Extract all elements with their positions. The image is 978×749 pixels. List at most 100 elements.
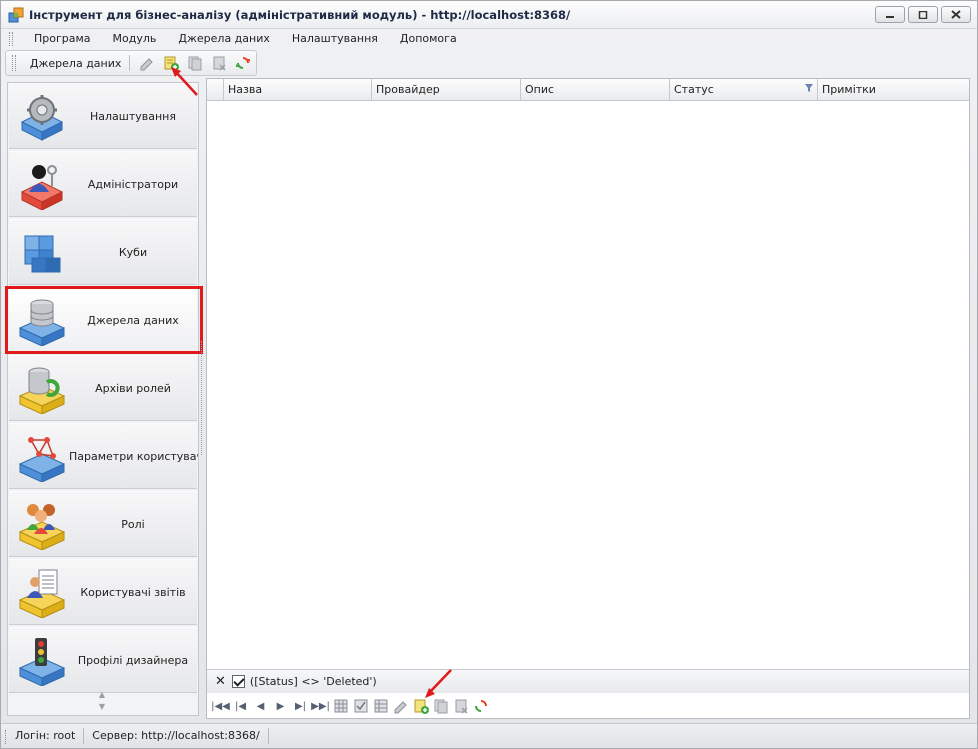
nav-item-administrators[interactable]: Адміністратори bbox=[9, 151, 197, 217]
nav-item-datasources[interactable]: Джерела даних bbox=[9, 287, 197, 353]
add-datasource-button[interactable] bbox=[160, 53, 181, 73]
prev-record-icon: ◀ bbox=[256, 700, 265, 712]
column-status-label: Статус bbox=[674, 83, 714, 96]
app-window: Інструмент для бізнес-аналізу (адміністр… bbox=[0, 0, 978, 749]
roles-icon bbox=[18, 504, 66, 550]
delete-icon bbox=[455, 699, 468, 714]
column-provider-label: Провайдер bbox=[376, 83, 440, 96]
first-record-icon: |◀◀ bbox=[211, 700, 230, 712]
column-header-name[interactable]: Назва bbox=[224, 79, 372, 101]
toolbar-separator bbox=[129, 55, 131, 71]
column-notes-label: Примітки bbox=[822, 83, 876, 96]
nav-scroll-up-icon[interactable]: ▲ bbox=[92, 689, 112, 701]
report-users-icon bbox=[18, 569, 66, 618]
designer-profile-icon bbox=[18, 638, 66, 686]
nav-label-cubes: Куби bbox=[118, 246, 148, 259]
nav-label-role-archives: Архіви ролей bbox=[95, 382, 171, 395]
nav-edit-button[interactable] bbox=[391, 697, 410, 715]
copy-icon bbox=[188, 56, 202, 71]
row-indicator-header[interactable] bbox=[207, 79, 224, 101]
nav-label-designer-profiles: Профілі дизайнера bbox=[77, 654, 189, 667]
column-header-description[interactable]: Опис bbox=[521, 79, 670, 101]
datasources-grid: Назва Провайдер Опис Статус Примітки ✕ (… bbox=[206, 78, 970, 719]
settings-gear-icon bbox=[20, 95, 64, 141]
next-page-icon: ▶| bbox=[294, 700, 307, 712]
database-icon bbox=[18, 299, 66, 346]
nav-scroll-arrows[interactable]: ▲ ▼ bbox=[92, 689, 112, 713]
role-archive-icon bbox=[18, 367, 66, 414]
nav-item-user-parameters[interactable]: Параметри користувачів bbox=[9, 423, 199, 489]
column-header-notes[interactable]: Примітки bbox=[818, 79, 966, 101]
nav-delete-button[interactable] bbox=[451, 697, 470, 715]
prev-page-icon: |◀ bbox=[234, 700, 247, 712]
menu-help[interactable]: Допомога bbox=[389, 30, 468, 48]
clear-filter-icon[interactable]: ✕ bbox=[215, 674, 226, 689]
menu-grip[interactable] bbox=[9, 32, 13, 46]
first-record-button[interactable]: |◀◀ bbox=[211, 697, 230, 715]
column-description-label: Опис bbox=[525, 83, 555, 96]
nav-label-administrators: Адміністратори bbox=[87, 178, 179, 191]
next-page-button[interactable]: ▶| bbox=[291, 697, 310, 715]
data-navigator: |◀◀ |◀ ◀ ▶ ▶| ▶▶| bbox=[207, 694, 969, 718]
grid-layout-button[interactable] bbox=[331, 697, 350, 715]
nav-item-role-archives[interactable]: Архіви ролей bbox=[9, 355, 197, 421]
copy-button[interactable] bbox=[184, 53, 205, 73]
filter-expression[interactable]: ([Status] <> 'Deleted') bbox=[250, 675, 377, 688]
status-bar: Логін: root Сервер: http://localhost:836… bbox=[1, 723, 977, 748]
delete-button[interactable] bbox=[208, 53, 229, 73]
nav-label-settings: Налаштування bbox=[90, 110, 176, 123]
edit-button[interactable] bbox=[136, 53, 157, 73]
next-record-button[interactable]: ▶ bbox=[271, 697, 290, 715]
toolbar-grip[interactable] bbox=[12, 55, 16, 71]
nav-label-datasources: Джерела даних bbox=[87, 314, 179, 327]
prev-page-button[interactable]: |◀ bbox=[231, 697, 250, 715]
title-bar: Інструмент для бізнес-аналізу (адміністр… bbox=[1, 1, 977, 29]
nav-item-roles[interactable]: Ролі bbox=[9, 491, 197, 557]
minimize-icon bbox=[886, 15, 894, 18]
nav-refresh-button[interactable] bbox=[471, 697, 490, 715]
user-parameters-icon bbox=[18, 437, 66, 482]
menu-program[interactable]: Програма bbox=[23, 30, 102, 48]
edit-icon bbox=[140, 58, 153, 71]
nav-label-report-users: Користувачі звітів bbox=[80, 586, 186, 599]
nav-item-report-users[interactable]: Користувачі звітів bbox=[9, 559, 197, 625]
close-icon bbox=[951, 10, 961, 19]
close-button[interactable] bbox=[941, 6, 971, 23]
grid-layout-icon bbox=[334, 699, 347, 713]
menu-module[interactable]: Модуль bbox=[102, 30, 168, 48]
column-header-provider[interactable]: Провайдер bbox=[372, 79, 521, 101]
menu-datasources[interactable]: Джерела даних bbox=[167, 30, 281, 48]
nav-label-roles: Ролі bbox=[121, 518, 145, 531]
grid-header: Назва Провайдер Опис Статус Примітки bbox=[207, 79, 969, 101]
nav-label-user-parameters: Параметри користувачів bbox=[69, 450, 199, 463]
grid-select-button[interactable] bbox=[351, 697, 370, 715]
nav-item-designer-profiles[interactable]: Профілі дизайнера bbox=[9, 627, 197, 693]
grid-select-icon bbox=[354, 699, 367, 713]
navigation-pane: Налаштування Адміністратори Куби Джерела… bbox=[7, 82, 199, 716]
column-header-status[interactable]: Статус bbox=[670, 79, 818, 101]
filter-enabled-checkbox[interactable] bbox=[231, 675, 245, 688]
filter-icon[interactable] bbox=[805, 84, 813, 92]
edit-icon bbox=[394, 701, 407, 714]
add-datasource-icon bbox=[414, 699, 429, 714]
add-datasource-icon bbox=[164, 56, 179, 71]
administrator-icon bbox=[20, 165, 64, 210]
cubes-icon bbox=[24, 235, 61, 273]
nav-item-settings[interactable]: Налаштування bbox=[9, 83, 197, 149]
nav-item-cubes[interactable]: Куби bbox=[9, 219, 197, 285]
nav-copy-button[interactable] bbox=[431, 697, 450, 715]
nav-add-button[interactable] bbox=[411, 697, 430, 715]
nav-scroll-down-icon[interactable]: ▼ bbox=[92, 701, 112, 713]
prev-record-button[interactable]: ◀ bbox=[251, 697, 270, 715]
splitter-handle[interactable] bbox=[201, 341, 205, 455]
refresh-button[interactable] bbox=[232, 53, 253, 73]
maximize-button[interactable] bbox=[908, 6, 938, 23]
next-record-icon: ▶ bbox=[276, 700, 285, 712]
grid-columns-button[interactable] bbox=[371, 697, 390, 715]
maximize-icon bbox=[918, 10, 928, 19]
app-logo-icon bbox=[8, 7, 24, 23]
menu-settings[interactable]: Налаштування bbox=[281, 30, 389, 48]
minimize-button[interactable] bbox=[875, 6, 905, 23]
last-record-icon: ▶▶| bbox=[311, 700, 330, 712]
last-record-button[interactable]: ▶▶| bbox=[311, 697, 330, 715]
